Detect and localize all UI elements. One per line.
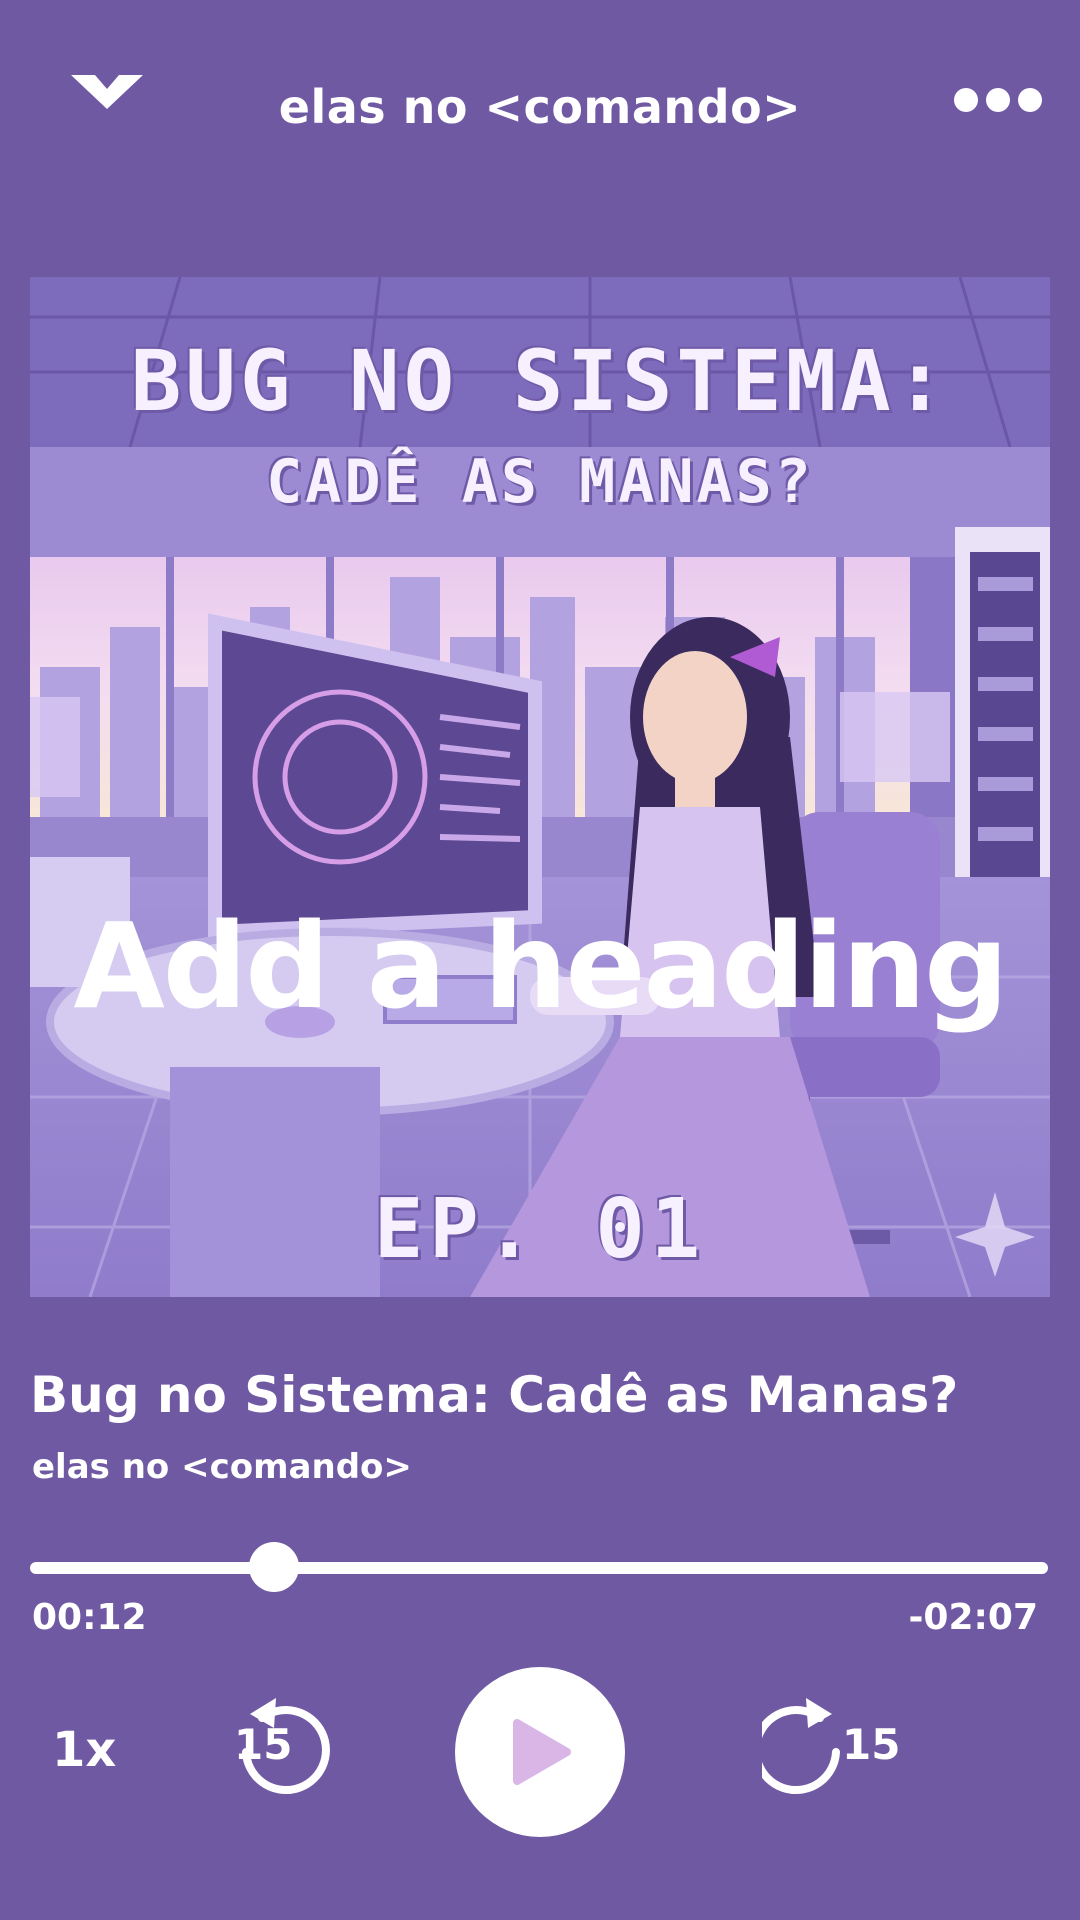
forward-15-button[interactable]: 15 xyxy=(752,1688,902,1798)
episode-cover-art: ="500" r="25"/> xyxy=(30,277,1050,1297)
elapsed-time: 00:12 xyxy=(32,1597,147,1638)
page-title: elas no <comando> xyxy=(278,80,802,134)
episode-title: Bug no Sistema: Cadê as Manas? xyxy=(30,1366,959,1424)
progress-thumb[interactable] xyxy=(249,1542,300,1592)
remaining-time: -02:07 xyxy=(908,1597,1038,1638)
rewind-15-button[interactable]: 15 xyxy=(232,1688,332,1798)
progress-bar[interactable] xyxy=(30,1562,1048,1574)
cover-illustration: ="500" r="25"/> xyxy=(30,277,1050,1297)
play-icon xyxy=(513,1719,571,1785)
cover-title-line-1: BUG NO SISTEMA: xyxy=(130,332,950,430)
play-button[interactable] xyxy=(455,1667,625,1837)
rewind-seconds: 15 xyxy=(234,1720,293,1769)
forward-seconds: 15 xyxy=(842,1720,901,1769)
show-name[interactable]: elas no <comando> xyxy=(32,1447,412,1487)
cover-heading: Add a heading xyxy=(73,897,1008,1035)
cover-title-line-2: CADÊ AS MANAS? xyxy=(266,447,814,517)
cover-episode-label: EP. 01 xyxy=(373,1182,707,1277)
playback-speed-button[interactable]: 1x xyxy=(52,1722,116,1778)
more-options-icon[interactable] xyxy=(948,80,1048,120)
top-bar: elas no <comando> xyxy=(0,0,1080,230)
